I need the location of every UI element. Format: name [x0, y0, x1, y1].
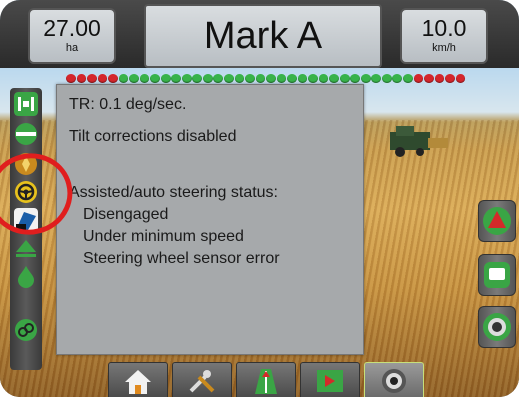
speed-unit: km/h [432, 42, 456, 54]
lightbar-led [308, 74, 318, 83]
home-button[interactable] [108, 362, 168, 397]
lightbar-led [371, 74, 382, 83]
steering-status-line: Steering wheel sensor error [83, 250, 280, 267]
lightbar-led [181, 74, 192, 83]
annotation-highlight-ring [0, 153, 73, 235]
lightbar-led [318, 74, 329, 83]
area-value: 27.00 [43, 15, 101, 41]
lightbar-led [287, 74, 297, 83]
lightbar-led [276, 74, 287, 83]
lightbar-led [223, 74, 234, 83]
lightbar-led [360, 74, 371, 83]
steering-status-line: Disengaged [83, 206, 169, 223]
connection-icon[interactable] [14, 318, 38, 342]
lightbar-led [76, 74, 87, 83]
lightbar-led [434, 74, 445, 83]
lightbar-led [66, 74, 76, 83]
steering-status-line: Under minimum speed [83, 228, 244, 245]
mark-title-text: Mark A [203, 15, 323, 57]
area-unit: ha [65, 42, 79, 54]
lightbar-led [150, 74, 160, 83]
lightbar-led [297, 74, 308, 83]
guidance-lightbar [66, 74, 466, 84]
lightbar-led [381, 74, 392, 83]
lightbar-led [329, 74, 340, 83]
guidance-button[interactable] [478, 200, 516, 242]
lightbar-led [245, 74, 255, 83]
lightbar-led [266, 74, 276, 83]
lightbar-led [255, 74, 266, 83]
mark-title[interactable]: Mark A [144, 4, 382, 68]
camera-view-button[interactable] [364, 362, 424, 397]
steering-status-heading: Assisted/auto steering status: [69, 184, 278, 201]
lightbar-led [171, 74, 182, 83]
guidance-triangle-icon [483, 207, 511, 235]
harvester-image [390, 126, 448, 157]
tilt-steering-status-panel: TR: 0.1 deg/sec. Tilt corrections disabl… [56, 84, 364, 355]
lightbar-led [118, 74, 129, 83]
lightbar-led [234, 74, 245, 83]
guidance-mode-icon[interactable] [14, 238, 38, 262]
lightbar-led [192, 74, 203, 83]
lightbar-led [455, 74, 466, 83]
camera-lens-icon [483, 313, 511, 341]
lightbar-led [339, 74, 350, 83]
lightbar-led [350, 74, 361, 83]
camera-icon [382, 369, 406, 393]
lightbar-led [108, 74, 118, 83]
lightbar-led [392, 74, 403, 83]
home-icon [125, 370, 151, 394]
bottom-navigation [108, 362, 430, 397]
lightbar-led [213, 74, 224, 83]
guidance-view-icon [255, 369, 277, 394]
tilt-rate-text: TR: 0.1 deg/sec. [69, 96, 187, 113]
tilt-corrections-text: Tilt corrections disabled [69, 128, 237, 145]
map-icon [317, 370, 343, 392]
lightbar-led [129, 74, 139, 83]
area-readout[interactable]: 27.00 ha [28, 8, 116, 64]
camera-button[interactable] [478, 306, 516, 348]
lightbar-led [87, 74, 97, 83]
speed-readout[interactable]: 10.0 km/h [400, 8, 488, 64]
lightbar-led [160, 74, 171, 83]
speed-value: 10.0 [421, 15, 467, 41]
lightbar-led [403, 74, 413, 83]
section-status-icon[interactable] [14, 92, 38, 116]
guidance-view-button[interactable] [236, 362, 296, 397]
top-status-bar: 27.00 ha Mark A 10.0 km/h [0, 0, 519, 68]
map-view-button[interactable] [300, 362, 360, 397]
map-flag-icon [484, 262, 510, 288]
tools-icon [189, 370, 215, 393]
lightbar-led [413, 74, 424, 83]
boom-icon[interactable] [14, 122, 38, 146]
lightbar-led [445, 74, 455, 83]
tools-button[interactable] [172, 362, 232, 397]
map-button[interactable] [478, 254, 516, 296]
lightbar-led [202, 74, 213, 83]
lightbar-led [97, 74, 108, 83]
lightbar-led [424, 74, 434, 83]
liquid-drop-icon[interactable] [14, 264, 38, 288]
lightbar-led [139, 74, 150, 83]
console-screen: 27.00 ha Mark A 10.0 km/h TR: 0.1 deg/se… [0, 0, 519, 397]
